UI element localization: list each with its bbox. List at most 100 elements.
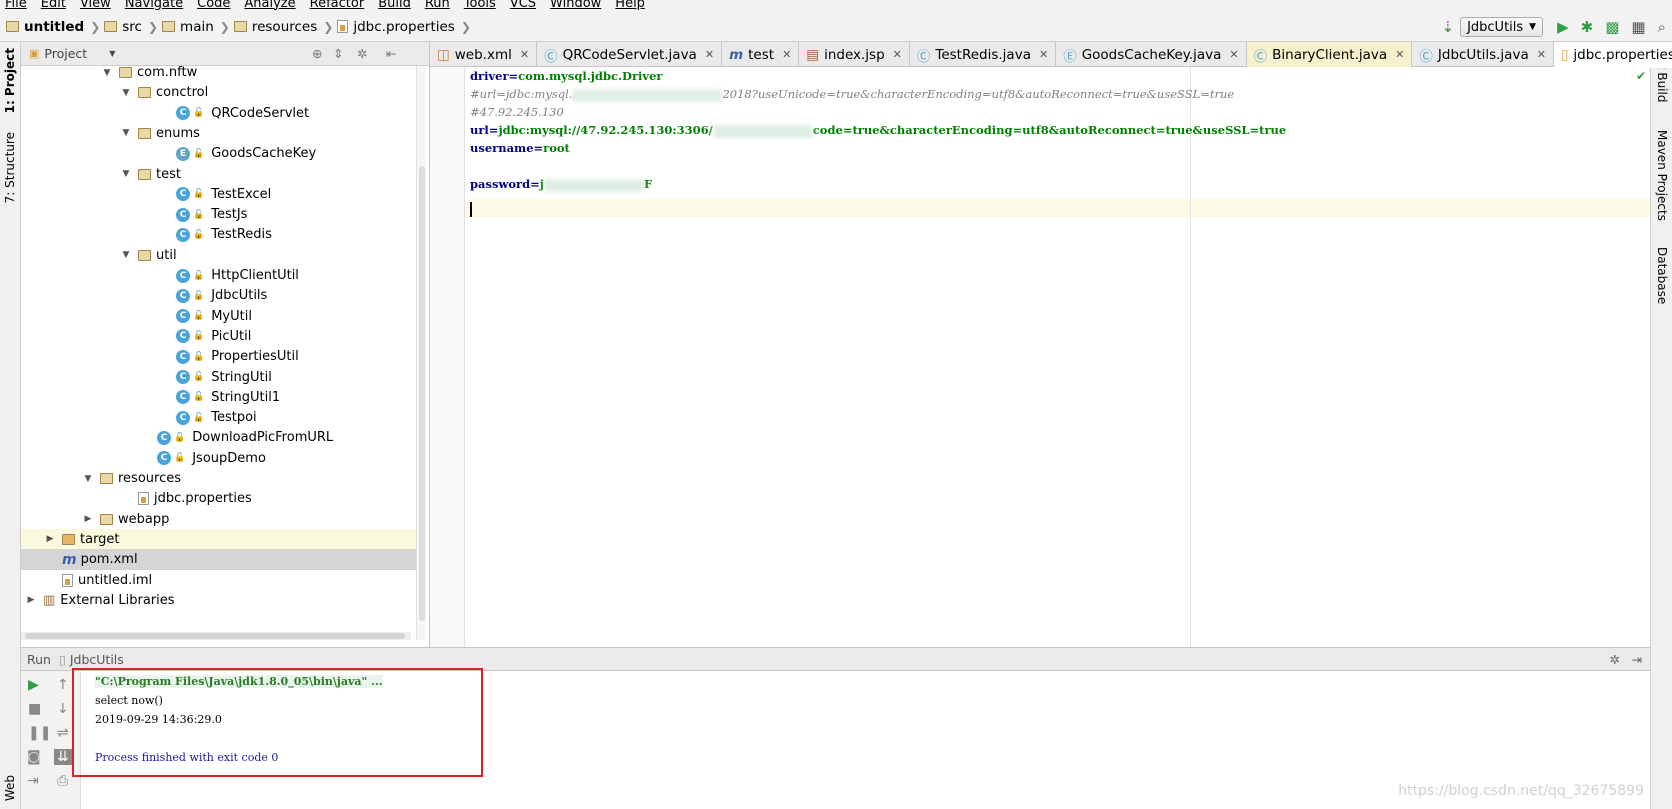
editor-tab[interactable]: Ⓒ BinaryClient.java ✕ <box>1246 42 1413 67</box>
tree-item[interactable]: C 🔓 MyUtil <box>21 306 416 327</box>
tree-item[interactable]: ▼ resources <box>21 468 416 489</box>
menu-analyze[interactable]: Analyze <box>244 0 295 11</box>
project-tree[interactable]: ▼ com.nftw ▼ conctrol C 🔓 QRCodeServlet ▼ enums E… <box>21 66 416 640</box>
tree-item[interactable]: C 🔓 HttpClientUtil <box>21 265 416 286</box>
expand-arrow-icon[interactable]: ▼ <box>82 474 94 484</box>
tree-item[interactable]: jdbc.properties <box>21 488 416 509</box>
tree-horizontal-scrollbar[interactable] <box>21 632 411 640</box>
menu-run[interactable]: Run <box>425 0 450 11</box>
run-config-select[interactable]: JdbcUtils ▼ <box>1460 17 1544 37</box>
rerun-icon[interactable]: ▶ <box>28 677 39 693</box>
tree-item[interactable]: ▼ util <box>21 245 416 266</box>
editor-tab[interactable]: m test ✕ <box>722 42 800 67</box>
expand-arrow-icon[interactable]: ▼ <box>120 128 132 138</box>
tree-item[interactable]: C 🔓 TestExcel <box>21 184 416 205</box>
collapse-arrow-icon[interactable]: ▶ <box>82 514 94 524</box>
close-icon[interactable]: ✕ <box>1039 48 1048 61</box>
menu-code[interactable]: Code <box>197 0 230 11</box>
scroll-thumb[interactable] <box>25 633 405 639</box>
editor-tab[interactable]: ▤ index.jsp ✕ <box>799 42 910 67</box>
close-icon[interactable]: ✕ <box>782 48 791 61</box>
menu-refactor[interactable]: Refactor <box>310 0 365 11</box>
collapse-arrow-icon[interactable]: ▶ <box>25 595 37 605</box>
tree-item[interactable]: C 🔓 QRCodeServlet <box>21 103 416 124</box>
tree-item[interactable]: C 🔓 PropertiesUtil <box>21 346 416 367</box>
menu-help[interactable]: Help <box>615 0 645 11</box>
code-editor[interactable]: driver=com.mysql.jdbc.Driver #url=jdbc:m… <box>465 67 1650 647</box>
tree-item[interactable]: C 🔓 TestJs <box>21 204 416 225</box>
expand-arrow-icon[interactable]: ▼ <box>120 250 132 260</box>
tree-item[interactable]: C 🔓 JdbcUtils <box>21 285 416 306</box>
database-tab[interactable]: Database <box>1655 247 1669 304</box>
breadcrumb-file[interactable]: jdbc.properties ❯ <box>337 19 471 35</box>
tree-item[interactable]: C 🔓 TestRedis <box>21 224 416 245</box>
scroll-thumb[interactable] <box>419 166 425 621</box>
tree-item[interactable]: ▼ test <box>21 164 416 185</box>
tree-item[interactable]: C 🔓 StringUtil1 <box>21 387 416 408</box>
exit-icon[interactable]: ⇥ <box>27 773 39 789</box>
close-icon[interactable]: ✕ <box>1395 48 1404 61</box>
search-icon[interactable]: ⌕ <box>1658 18 1666 36</box>
editor-tab[interactable]: ▯jdbc.properties✕ <box>1553 42 1672 68</box>
menu-file[interactable]: File <box>5 0 27 11</box>
tree-item[interactable]: ▶ ▥ External Libraries <box>21 590 416 611</box>
tree-item[interactable]: ▼ com.nftw <box>21 66 416 83</box>
close-icon[interactable]: ✕ <box>705 48 714 61</box>
breadcrumb-resources[interactable]: resources ❯ <box>233 19 333 35</box>
editor-tab[interactable]: ◫ web.xml ✕ <box>430 42 538 67</box>
collapse-icon[interactable]: ⇕ <box>333 46 343 61</box>
build-icon[interactable]: ⇣ <box>1441 18 1454 36</box>
breadcrumb-main[interactable]: main ❯ <box>162 19 230 35</box>
project-structure-icon[interactable]: ▦ <box>1631 18 1645 36</box>
dump-threads-icon[interactable]: ◙ <box>27 749 41 765</box>
close-icon[interactable]: ✕ <box>520 48 529 61</box>
tree-item[interactable]: ▼ enums <box>21 123 416 144</box>
menu-build[interactable]: Build <box>378 0 411 11</box>
pause-icon[interactable]: ❚❚ <box>28 725 51 741</box>
tree-item[interactable]: C 🔓 StringUtil <box>21 367 416 388</box>
soft-wrap-icon[interactable]: ⇌ <box>57 725 69 741</box>
menu-navigate[interactable]: Navigate <box>125 0 183 11</box>
tree-item[interactable]: ▶ webapp <box>21 509 416 530</box>
stop-icon[interactable]: ■ <box>28 701 41 717</box>
menu-edit[interactable]: Edit <box>41 0 66 11</box>
scroll-up-icon[interactable]: ↑ <box>57 677 69 693</box>
tree-item[interactable]: E 🔓 GoodsCacheKey <box>21 143 416 164</box>
tree-item[interactable]: C 🔓 PicUtil <box>21 326 416 347</box>
breadcrumb-src[interactable]: src ❯ <box>104 19 158 35</box>
close-icon[interactable]: ✕ <box>1537 48 1546 61</box>
tree-vertical-scrollbar[interactable] <box>416 66 426 640</box>
run-icon[interactable]: ▶ <box>1557 18 1569 36</box>
coverage-icon[interactable]: ▩ <box>1605 18 1619 36</box>
tree-item[interactable]: C 🔓 JsoupDemo <box>21 448 416 469</box>
gear-icon[interactable]: ✲ <box>357 46 367 61</box>
web-tool-tab[interactable]: Web <box>3 775 17 801</box>
scroll-to-end-icon[interactable]: ⇊ <box>54 749 72 765</box>
print-icon[interactable]: ⎙ <box>57 773 68 789</box>
dropdown-arrow-icon[interactable]: ▼ <box>109 49 115 58</box>
tree-item[interactable]: m pom.xml <box>21 549 416 571</box>
editor-tab[interactable]: Ⓒ JdbcUtils.java ✕ <box>1412 42 1554 67</box>
locate-icon[interactable]: ⊕ <box>312 46 322 61</box>
structure-tool-tab[interactable]: 7: Structure <box>3 132 17 203</box>
maven-projects-tab[interactable]: Maven Projects <box>1655 130 1669 221</box>
menu-tools[interactable]: Tools <box>464 0 496 11</box>
scroll-down-icon[interactable]: ↓ <box>57 701 69 717</box>
hide-panel-icon[interactable]: ⇤ <box>386 46 396 61</box>
editor-tab[interactable]: Ⓒ QRCodeServlet.java ✕ <box>537 42 723 67</box>
collapse-arrow-icon[interactable]: ▶ <box>44 534 56 544</box>
editor-tab[interactable]: Ⓔ GoodsCacheKey.java ✕ <box>1056 42 1247 67</box>
debug-icon[interactable]: ✱ <box>1581 18 1594 36</box>
close-icon[interactable]: ✕ <box>893 48 902 61</box>
close-icon[interactable]: ✕ <box>1229 48 1238 61</box>
menu-view[interactable]: View <box>80 0 111 11</box>
expand-arrow-icon[interactable]: ▼ <box>120 88 132 98</box>
project-tool-tab[interactable]: 1: Project <box>3 48 17 113</box>
expand-arrow-icon[interactable]: ▼ <box>120 169 132 179</box>
tree-item[interactable]: C 🔓 DownloadPicFromURL <box>21 427 416 448</box>
tree-item[interactable]: ▼ conctrol <box>21 82 416 103</box>
tree-item[interactable]: ▶ target <box>21 528 416 550</box>
breadcrumb-project[interactable]: untitled ❯ <box>6 19 100 35</box>
tree-item[interactable]: untitled.iml <box>21 570 416 591</box>
project-view-selector[interactable]: Project <box>44 46 87 61</box>
